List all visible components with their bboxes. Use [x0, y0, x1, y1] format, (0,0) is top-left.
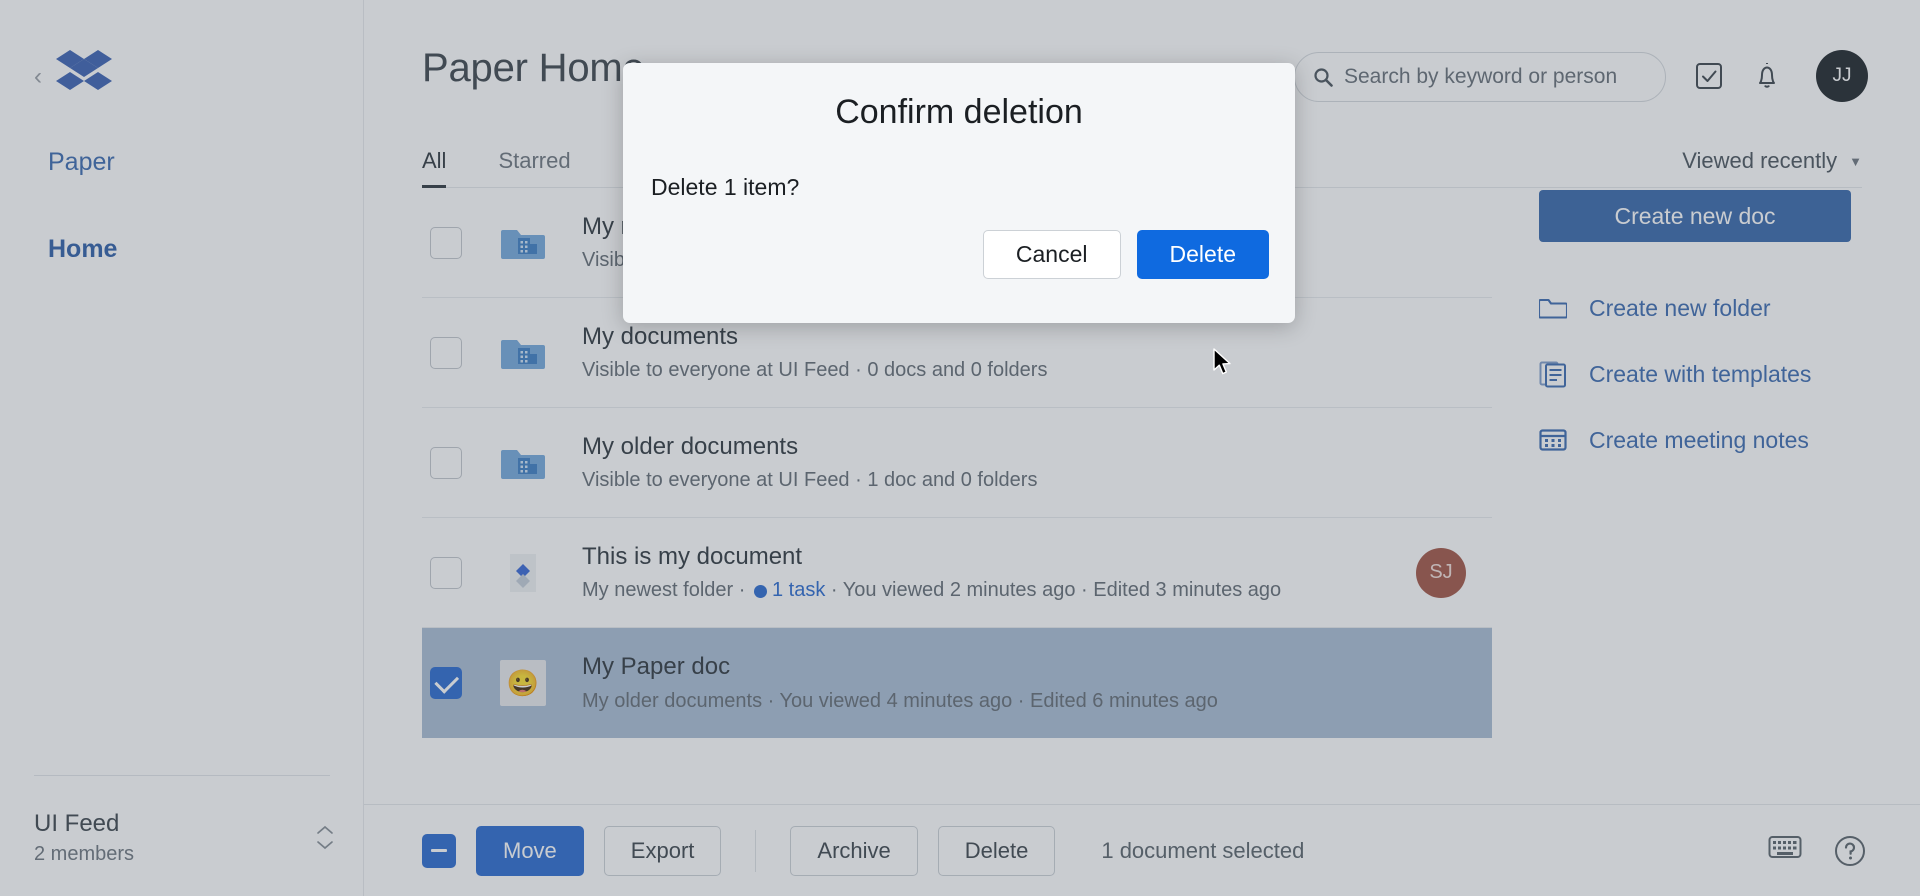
modal-actions: Cancel Delete: [982, 230, 1269, 279]
modal-body-text: Delete 1 item?: [651, 174, 800, 200]
modal-cancel-button[interactable]: Cancel: [982, 230, 1121, 279]
paper-home-app: ‹ Paper Home UI Feed 2 members Paper Hom…: [0, 0, 1920, 896]
modal-title: Confirm deletion: [835, 93, 1083, 131]
modal-delete-button[interactable]: Delete: [1136, 230, 1269, 279]
confirm-deletion-dialog: Confirm deletion Delete 1 item? Cancel D…: [623, 63, 1295, 323]
